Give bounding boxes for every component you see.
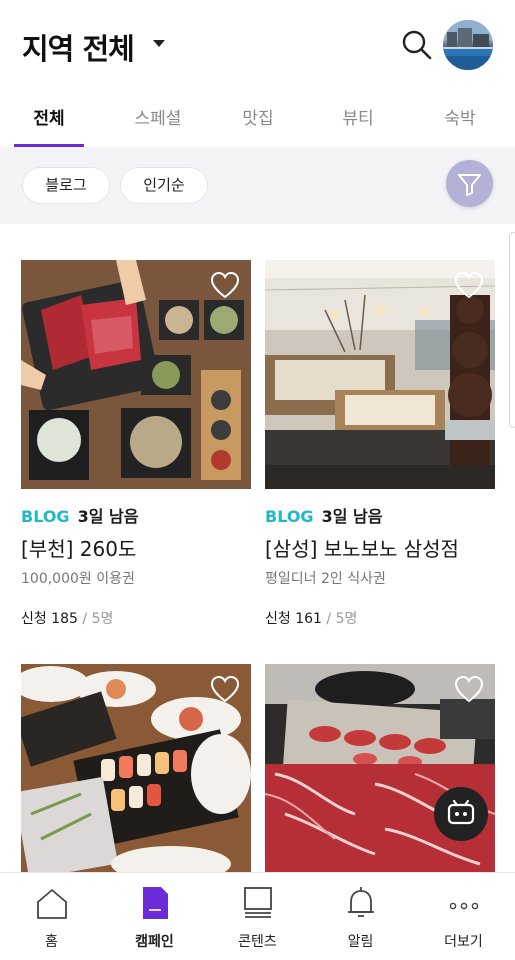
campaign-thumbnail[interactable] bbox=[21, 260, 251, 489]
campaign-card[interactable]: BLOG 3일 남음 [부천] 260도 100,000원 이용권 신청 185 … bbox=[21, 260, 251, 640]
nav-home-label: 홈 bbox=[45, 934, 58, 950]
tab-beauty[interactable]: 뷰티 bbox=[328, 104, 388, 148]
nav-home[interactable]: 홈 bbox=[0, 873, 103, 960]
nav-campaign[interactable]: 캠페인 bbox=[103, 873, 206, 960]
days-left: 3일 남음 bbox=[321, 507, 383, 526]
campaign-card[interactable]: BLOG 3일 남음 [삼성] 보노보노 삼성점 평일디너 2인 식사권 신청 1… bbox=[265, 260, 495, 640]
nav-more[interactable]: 더보기 bbox=[412, 873, 515, 960]
card-meta: BLOG 3일 남음 bbox=[21, 503, 138, 527]
apply-count: 161 bbox=[295, 611, 322, 627]
days-left: 3일 남음 bbox=[77, 507, 139, 526]
apply-label: 신청 bbox=[265, 611, 291, 627]
heart-icon[interactable] bbox=[454, 271, 484, 299]
header: 지역 전체 bbox=[0, 0, 515, 92]
nav-campaign-label: 캠페인 bbox=[135, 934, 174, 950]
tab-special[interactable]: 스페셜 bbox=[118, 104, 198, 148]
apply-label: 신청 bbox=[21, 611, 47, 627]
heart-icon[interactable] bbox=[210, 271, 240, 299]
bell-icon bbox=[343, 885, 379, 921]
campaign-thumbnail[interactable] bbox=[265, 260, 495, 489]
category-tabs: 전체 스페셜 맛집 뷰티 숙박 bbox=[0, 92, 515, 148]
content-icon bbox=[240, 885, 276, 921]
scroll-handle[interactable] bbox=[509, 232, 515, 428]
card-title[interactable]: [부천] 260도 bbox=[21, 533, 136, 562]
card-subtitle: 100,000원 이용권 bbox=[21, 571, 135, 587]
card-meta: BLOG 3일 남음 bbox=[265, 503, 382, 527]
chatbot-button[interactable] bbox=[434, 787, 488, 841]
bottom-nav: 홈 캠페인 콘텐츠 알림 더보기 bbox=[0, 872, 515, 960]
apply-capacity: / 5명 bbox=[326, 611, 358, 627]
nav-contents-label: 콘텐츠 bbox=[238, 934, 277, 950]
profile-avatar[interactable] bbox=[443, 20, 493, 70]
tab-lodging[interactable]: 숙박 bbox=[430, 104, 490, 148]
card-title[interactable]: [삼성] 보노보노 삼성점 bbox=[265, 533, 459, 562]
heart-icon[interactable] bbox=[454, 675, 484, 703]
campaign-card[interactable] bbox=[21, 664, 251, 872]
card-subtitle: 평일디너 2인 식사권 bbox=[265, 571, 386, 587]
apply-count: 185 bbox=[51, 611, 78, 627]
more-icon bbox=[446, 885, 482, 921]
document-icon bbox=[137, 885, 173, 921]
apply-capacity: / 5명 bbox=[82, 611, 114, 627]
filter-chip-popular[interactable]: 인기순 bbox=[120, 167, 208, 204]
caret-down-icon[interactable] bbox=[153, 40, 165, 47]
apply-status: 신청 161 / 5명 bbox=[265, 608, 357, 628]
search-icon[interactable] bbox=[400, 28, 434, 62]
nav-alerts-label: 알림 bbox=[347, 934, 374, 950]
apply-status: 신청 185 / 5명 bbox=[21, 608, 113, 628]
chatbot-icon bbox=[447, 799, 475, 825]
funnel-icon[interactable] bbox=[446, 160, 493, 207]
nav-alerts[interactable]: 알림 bbox=[309, 873, 412, 960]
blog-tag: BLOG bbox=[21, 507, 70, 526]
blog-tag: BLOG bbox=[265, 507, 314, 526]
nav-more-label: 더보기 bbox=[444, 934, 483, 950]
filter-bar: 블로그 인기순 bbox=[0, 147, 515, 224]
campaign-thumbnail[interactable] bbox=[21, 664, 251, 872]
home-icon bbox=[34, 885, 70, 921]
nav-contents[interactable]: 콘텐츠 bbox=[206, 873, 309, 960]
region-selector[interactable]: 지역 전체 bbox=[22, 26, 135, 68]
tab-restaurants[interactable]: 맛집 bbox=[228, 104, 288, 148]
heart-icon[interactable] bbox=[210, 675, 240, 703]
tab-all[interactable]: 전체 bbox=[14, 104, 84, 148]
filter-chip-blog[interactable]: 블로그 bbox=[22, 167, 110, 204]
